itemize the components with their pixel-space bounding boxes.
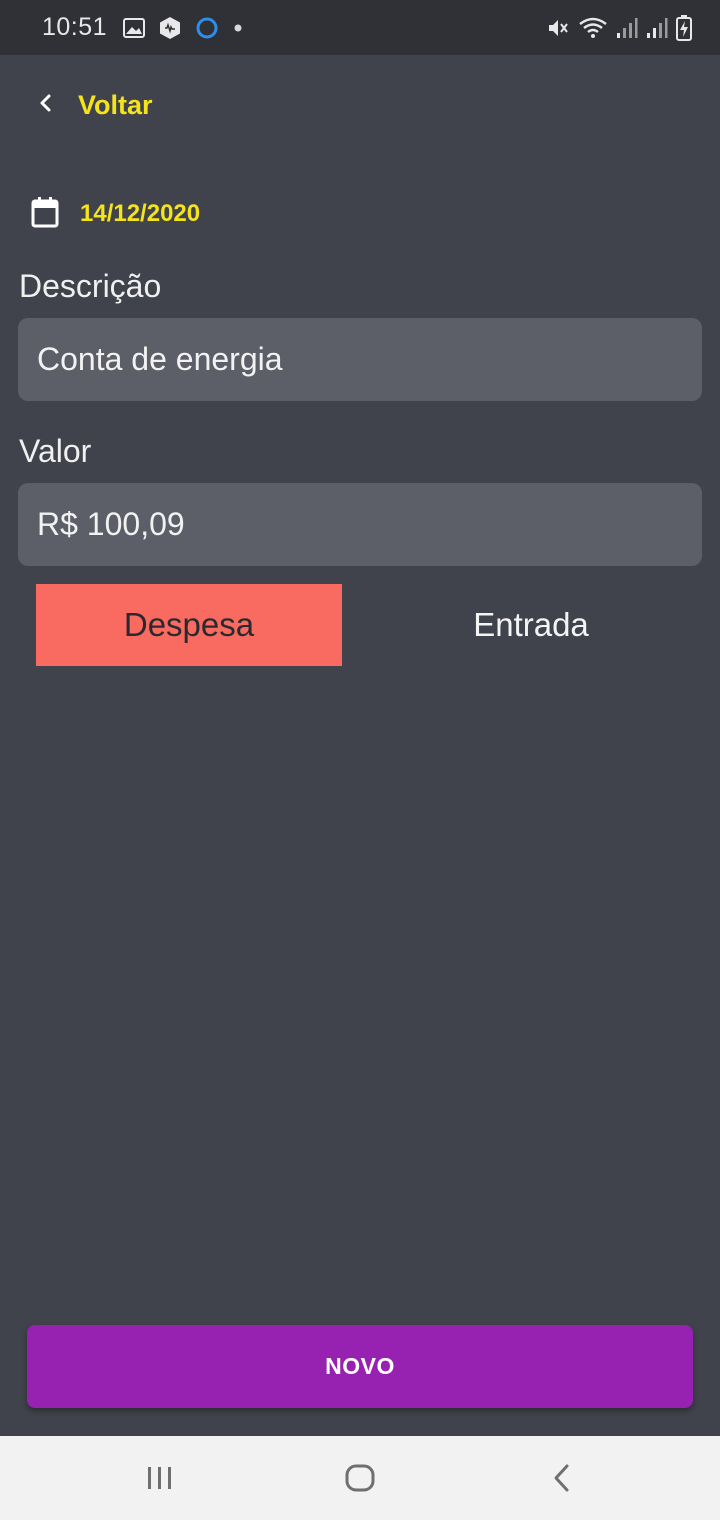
battery-charging-icon <box>676 14 692 41</box>
back-icon[interactable] <box>542 1458 582 1498</box>
calendar-icon <box>30 195 60 234</box>
amount-input[interactable] <box>18 483 702 566</box>
chevron-left-icon <box>36 92 56 119</box>
signal-icon <box>616 17 638 39</box>
date-value: 14/12/2020 <box>80 200 201 227</box>
status-bar: 10:51 <box>0 0 720 55</box>
amount-label: Valor <box>19 433 92 469</box>
income-toggle-button[interactable]: Entrada <box>378 584 684 666</box>
circle-ring-icon <box>195 16 219 40</box>
dot-icon <box>233 23 243 33</box>
new-button[interactable]: NOVO <box>27 1325 693 1408</box>
signal-icon <box>646 17 668 39</box>
mute-icon <box>546 16 570 40</box>
navigation-bar <box>0 1436 720 1520</box>
app-hex-icon <box>159 16 181 40</box>
description-input[interactable] <box>18 318 702 401</box>
gallery-icon <box>123 17 146 38</box>
status-left-icons <box>123 16 243 40</box>
home-icon[interactable] <box>340 1458 380 1498</box>
date-picker[interactable]: 14/12/2020 <box>30 194 200 234</box>
back-button[interactable]: Voltar <box>36 84 153 126</box>
expense-toggle-button[interactable]: Despesa <box>36 584 342 666</box>
wifi-icon <box>578 16 608 40</box>
back-label: Voltar <box>78 89 153 120</box>
status-time: 10:51 <box>42 13 108 41</box>
description-label: Descrição <box>19 268 162 304</box>
status-right-icons <box>546 14 692 41</box>
recent-apps-icon[interactable] <box>140 1458 180 1498</box>
